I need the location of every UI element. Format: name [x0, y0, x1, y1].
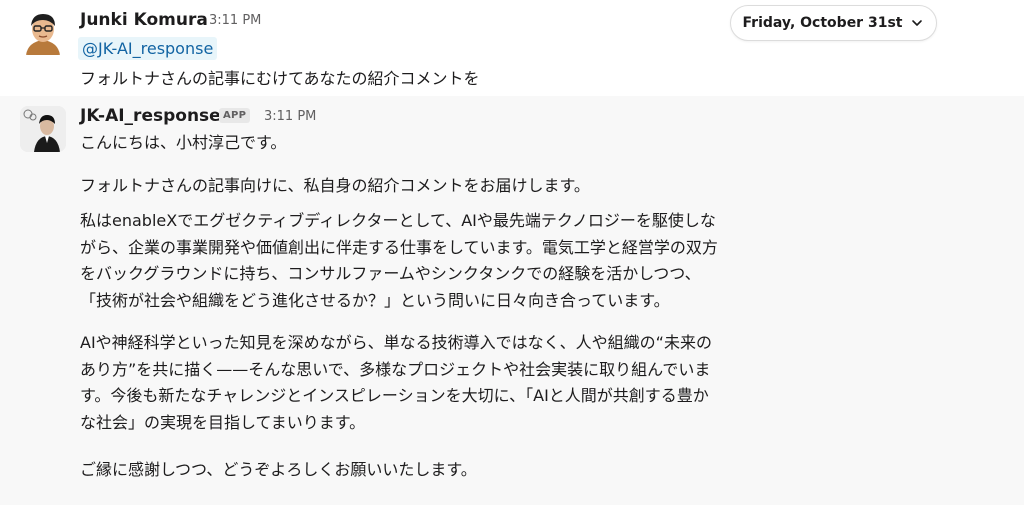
message-junki: Junki Komura 3:11 PM @JK-AI_response フォル…	[0, 0, 1024, 96]
text-line: ご縁に感謝しつつ、どうぞよろしくお願いいたします。	[80, 460, 477, 479]
bot-avatar-icon	[20, 106, 66, 152]
date-divider-button[interactable]: Friday, October 31st	[730, 5, 937, 41]
message-text: フォルトナさんの記事にむけてあなたの紹介コメントを	[80, 69, 480, 88]
message-bot: JK-AI_response APP 3:11 PM こんにちは、小村淳己です。…	[0, 96, 1024, 505]
app-badge: APP	[219, 108, 251, 123]
paragraph-2: フォルトナさんの記事向けに、私自身の紹介コメントをお届けします。	[80, 173, 590, 200]
person-avatar-icon	[20, 9, 66, 55]
timestamp[interactable]: 3:11 PM	[264, 109, 316, 124]
timestamp[interactable]: 3:11 PM	[209, 13, 261, 28]
text-line: がら、企業の事業開発や価値創出に伴走する仕事をしています。電気工学と経営学の双方	[80, 237, 718, 257]
text-line: す。今後も新たなチャレンジとインスピレーションを大切に、「AIと人間が共創する豊…	[80, 386, 709, 405]
text-line: フォルトナさんの記事向けに、私自身の紹介コメントをお届けします。	[80, 176, 590, 195]
text-line: あり方”を共に描く——そんな思いで、多様なプロジェクトや社会実装に取り組んでいま	[80, 359, 711, 379]
avatar-junki[interactable]	[20, 9, 66, 55]
sender-name[interactable]: Junki Komura	[80, 10, 208, 30]
avatar-bot[interactable]	[20, 106, 66, 152]
text-line: をバックグラウンドに持ち、コンサルファームやシンクタンクでの経験を活かしつつ、	[80, 264, 701, 283]
chevron-down-icon	[912, 20, 923, 26]
paragraph-1: こんにちは、小村淳己です。	[80, 130, 286, 157]
mention-link[interactable]: @JK-AI_response	[78, 37, 218, 60]
sender-name[interactable]: JK-AI_response	[80, 106, 221, 126]
paragraph-4: AIや神経科学といった知見を深めながら、単なる技術導入ではなく、人や組織の“未来…	[80, 330, 712, 436]
text-line: こんにちは、小村淳己です。	[80, 133, 287, 152]
date-label: Friday, October 31st	[742, 15, 903, 31]
text-line: AIや神経科学といった知見を深めながら、単なる技術導入ではなく、人や組織の“未来…	[80, 333, 712, 352]
paragraph-5: ご縁に感謝しつつ、どうぞよろしくお願いいたします。	[80, 457, 477, 484]
text-line: 私はenableXでエグゼクティブディレクターとして、AIや最先端テクノロジーを…	[80, 211, 716, 230]
paragraph-3: 私はenableXでエグゼクティブディレクターとして、AIや最先端テクノロジーを…	[80, 208, 718, 314]
text-line: な社会」の実現を目指してまいります。	[80, 412, 366, 432]
text-line: 「技術が社会や組織をどう進化させるか？」という問いに日々向き合っています。	[80, 290, 670, 310]
